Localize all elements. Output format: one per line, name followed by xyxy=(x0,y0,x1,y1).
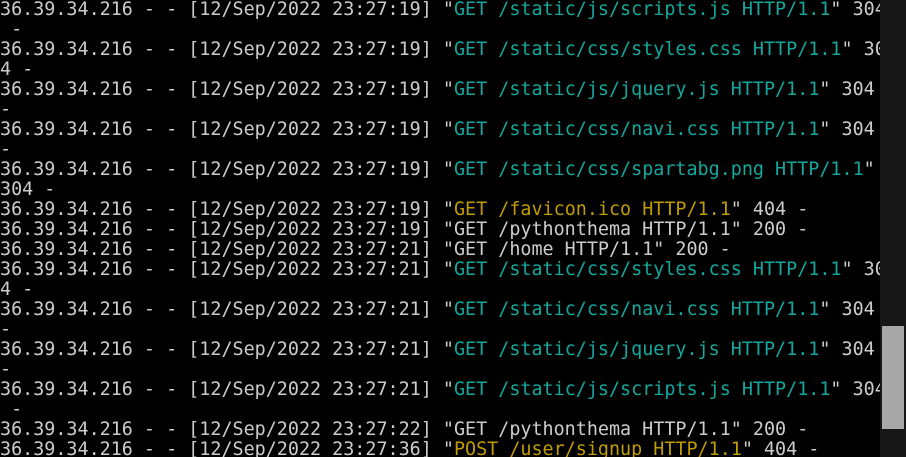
log-line: 4 - xyxy=(0,60,880,80)
log-line: - xyxy=(0,100,880,120)
log-text: " 304 xyxy=(819,119,875,140)
log-text: 36.39.34.216 - - [12/Sep/2022 23:27:21] … xyxy=(0,379,454,400)
log-output: 36.39.34.216 - - [12/Sep/2022 23:27:19] … xyxy=(0,0,880,457)
request-text: GET /static/css/navi.css HTTP/1.1 xyxy=(453,119,820,140)
log-text: " 404 - xyxy=(730,199,809,220)
log-text: 36.39.34.216 - - [12/Sep/2022 23:27:36] … xyxy=(0,439,454,457)
request-text: GET /static/js/jquery.js HTTP/1.1 xyxy=(453,339,820,360)
log-text: 36.39.34.216 - - [12/Sep/2022 23:27:19] … xyxy=(0,39,454,60)
log-line: 36.39.34.216 - - [12/Sep/2022 23:27:21] … xyxy=(0,260,880,280)
log-line: 36.39.34.216 - - [12/Sep/2022 23:27:19] … xyxy=(0,160,880,180)
log-text: " 304 xyxy=(830,0,880,20)
log-line: - xyxy=(0,360,880,380)
log-text: - xyxy=(0,99,12,120)
log-text: " 304 xyxy=(819,339,875,360)
request-text: GET /static/js/scripts.js HTTP/1.1 xyxy=(453,379,831,400)
log-line: 36.39.34.216 - - [12/Sep/2022 23:27:21] … xyxy=(0,240,880,260)
log-text: " xyxy=(863,159,875,180)
request-text: GET /static/css/spartabg.png HTTP/1.1 xyxy=(453,159,864,180)
log-text: " 404 - xyxy=(741,439,820,457)
log-line: - xyxy=(0,400,880,420)
log-text: 36.39.34.216 - - [12/Sep/2022 23:27:19] … xyxy=(0,119,454,140)
log-text: 36.39.34.216 - - [12/Sep/2022 23:27:19] … xyxy=(0,159,454,180)
log-text: 36.39.34.216 - - [12/Sep/2022 23:27:19] … xyxy=(0,199,454,220)
request-text: GET /favicon.ico HTTP/1.1 xyxy=(453,199,731,220)
request-text: GET /static/js/scripts.js HTTP/1.1 xyxy=(453,0,831,20)
log-line: 36.39.34.216 - - [12/Sep/2022 23:27:19] … xyxy=(0,220,880,240)
log-line: - xyxy=(0,140,880,160)
vertical-scrollbar[interactable] xyxy=(880,0,906,457)
log-text: " 304 xyxy=(819,79,875,100)
log-text: 36.39.34.216 - - [12/Sep/2022 23:27:21] … xyxy=(0,339,454,360)
log-text: " 30 xyxy=(841,39,881,60)
log-text: - xyxy=(0,319,12,340)
request-text: GET /static/css/styles.css HTTP/1.1 xyxy=(453,259,842,280)
log-line: 36.39.34.216 - - [12/Sep/2022 23:27:36] … xyxy=(0,440,880,457)
scrollbar-thumb[interactable] xyxy=(882,326,904,429)
log-text: 36.39.34.216 - - [12/Sep/2022 23:27:21] … xyxy=(0,239,731,260)
request-text: POST /user/signup HTTP/1.1 xyxy=(453,439,742,457)
log-text: - xyxy=(0,399,23,420)
log-line: - xyxy=(0,20,880,40)
log-line: 36.39.34.216 - - [12/Sep/2022 23:27:21] … xyxy=(0,340,880,360)
log-text: 4 - xyxy=(0,59,34,80)
request-text: GET /static/css/styles.css HTTP/1.1 xyxy=(453,39,842,60)
log-line: 4 - xyxy=(0,280,880,300)
log-line: 36.39.34.216 - - [12/Sep/2022 23:27:22] … xyxy=(0,420,880,440)
log-line: - xyxy=(0,320,880,340)
log-line: 36.39.34.216 - - [12/Sep/2022 23:27:19] … xyxy=(0,200,880,220)
log-line: 36.39.34.216 - - [12/Sep/2022 23:27:19] … xyxy=(0,40,880,60)
terminal-window[interactable]: 36.39.34.216 - - [12/Sep/2022 23:27:19] … xyxy=(0,0,880,457)
log-text: " 30 xyxy=(841,259,881,280)
log-text: 36.39.34.216 - - [12/Sep/2022 23:27:21] … xyxy=(0,299,454,320)
log-text: 36.39.34.216 - - [12/Sep/2022 23:27:19] … xyxy=(0,79,454,100)
log-text: " 304 xyxy=(830,379,880,400)
log-text: " 304 xyxy=(819,299,875,320)
request-text: GET /static/js/jquery.js HTTP/1.1 xyxy=(453,79,820,100)
log-text: - xyxy=(0,19,23,40)
log-text: - xyxy=(0,139,12,160)
log-line: 304 - xyxy=(0,180,880,200)
log-text: 304 - xyxy=(0,179,56,200)
log-line: 36.39.34.216 - - [12/Sep/2022 23:27:19] … xyxy=(0,80,880,100)
log-line: 36.39.34.216 - - [12/Sep/2022 23:27:19] … xyxy=(0,120,880,140)
log-text: 36.39.34.216 - - [12/Sep/2022 23:27:19] … xyxy=(0,219,809,240)
log-text: 36.39.34.216 - - [12/Sep/2022 23:27:22] … xyxy=(0,419,809,440)
log-text: - xyxy=(0,359,12,380)
request-text: GET /static/css/navi.css HTTP/1.1 xyxy=(453,299,820,320)
log-line: 36.39.34.216 - - [12/Sep/2022 23:27:21] … xyxy=(0,300,880,320)
log-text: 36.39.34.216 - - [12/Sep/2022 23:27:19] … xyxy=(0,0,454,20)
log-text: 36.39.34.216 - - [12/Sep/2022 23:27:21] … xyxy=(0,259,454,280)
log-line: 36.39.34.216 - - [12/Sep/2022 23:27:21] … xyxy=(0,380,880,400)
log-line: 36.39.34.216 - - [12/Sep/2022 23:27:19] … xyxy=(0,0,880,20)
log-text: 4 - xyxy=(0,279,34,300)
